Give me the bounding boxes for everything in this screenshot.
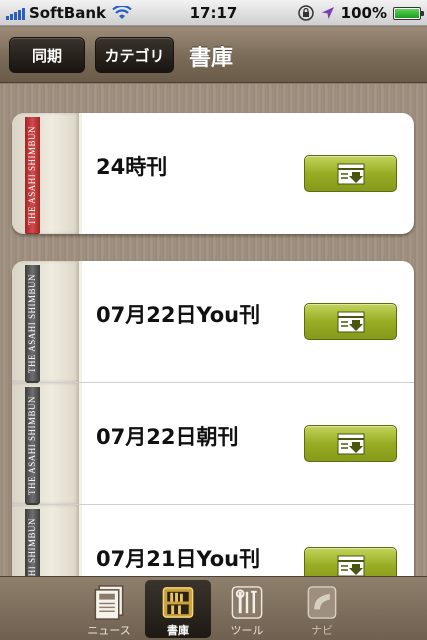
bookmark-ribbon-icon: THE ASAHI SHIMBUN	[25, 265, 40, 388]
navigation-bar: 同期 カテゴリ 書庫	[0, 27, 427, 83]
download-icon	[337, 433, 364, 454]
tab-label: ツール	[230, 624, 264, 637]
tab-bar: ニュース 書庫 ツール ナビ	[0, 576, 427, 640]
navi-icon	[307, 586, 337, 619]
download-icon	[337, 311, 364, 332]
bookmark-ribbon-icon: THE ASAHI SHIMBUN	[25, 117, 40, 234]
ribbon-label: THE ASAHI SHIMBUN	[27, 273, 37, 373]
list-item[interactable]: THE ASAHI SHIMBUN 07月22日You刊	[12, 261, 414, 388]
tab-label: ナビ	[311, 624, 333, 637]
download-icon	[337, 555, 364, 576]
bookmark-ribbon-icon: THE ASAHI SHIMBUN	[25, 387, 40, 510]
tab-tools[interactable]: ツール	[214, 580, 280, 638]
latest-edition-group: THE ASAHI SHIMBUN 24時刊	[12, 113, 414, 234]
ribbon-label: THE ASAHI SHIMBUN	[27, 395, 37, 495]
list-item[interactable]: THE ASAHI SHIMBUN 07月22日朝刊	[12, 383, 414, 510]
tab-navi[interactable]: ナビ	[289, 580, 355, 638]
past-editions-group: THE ASAHI SHIMBUN 07月22日You刊 THE ASAHI S…	[12, 261, 414, 576]
battery-icon	[393, 6, 424, 20]
list-item[interactable]: THE ASAHI SHIMBUN 07月21日You刊	[12, 505, 414, 576]
edition-title: 24時刊	[96, 155, 168, 179]
download-button[interactable]	[304, 155, 397, 192]
tab-library[interactable]: 書庫	[145, 580, 211, 638]
edition-title: 07月21日You刊	[96, 547, 261, 571]
tab-label: 書庫	[167, 624, 189, 637]
list-item[interactable]: THE ASAHI SHIMBUN 24時刊	[12, 113, 414, 234]
download-button[interactable]	[304, 547, 397, 576]
bookshelf-list: THE ASAHI SHIMBUN 24時刊 THE ASAHI SHIMBUN	[0, 84, 427, 576]
download-button[interactable]	[304, 303, 397, 340]
newspaper-spine: THE ASAHI SHIMBUN	[12, 383, 82, 510]
status-bar: SoftBank 17:17 100%	[0, 0, 427, 26]
category-button[interactable]: カテゴリ	[95, 37, 174, 73]
download-button[interactable]	[304, 425, 397, 462]
tab-news[interactable]: ニュース	[76, 580, 142, 638]
newspaper-icon	[94, 585, 124, 620]
edition-title: 07月22日朝刊	[96, 425, 239, 449]
newspaper-spine: THE ASAHI SHIMBUN	[12, 505, 82, 576]
sync-button[interactable]: 同期	[9, 37, 85, 73]
rotation-lock-icon	[297, 5, 314, 21]
bookmark-ribbon-icon: THE ASAHI SHIMBUN	[25, 509, 40, 576]
location-arrow-icon	[321, 7, 334, 19]
ribbon-label: THE ASAHI SHIMBUN	[27, 125, 37, 225]
newspaper-spine: THE ASAHI SHIMBUN	[12, 113, 82, 234]
download-icon	[337, 163, 364, 184]
edition-title: 07月22日You刊	[96, 303, 261, 327]
bookshelf-icon	[162, 587, 194, 618]
tools-icon	[231, 586, 263, 619]
tab-label: ニュース	[87, 624, 131, 637]
ribbon-label: THE ASAHI SHIMBUN	[27, 517, 37, 577]
newspaper-spine: THE ASAHI SHIMBUN	[12, 261, 82, 388]
battery-percentage: 100%	[340, 4, 387, 22]
battery-fill	[395, 8, 419, 18]
page-title: 書庫	[189, 46, 234, 71]
